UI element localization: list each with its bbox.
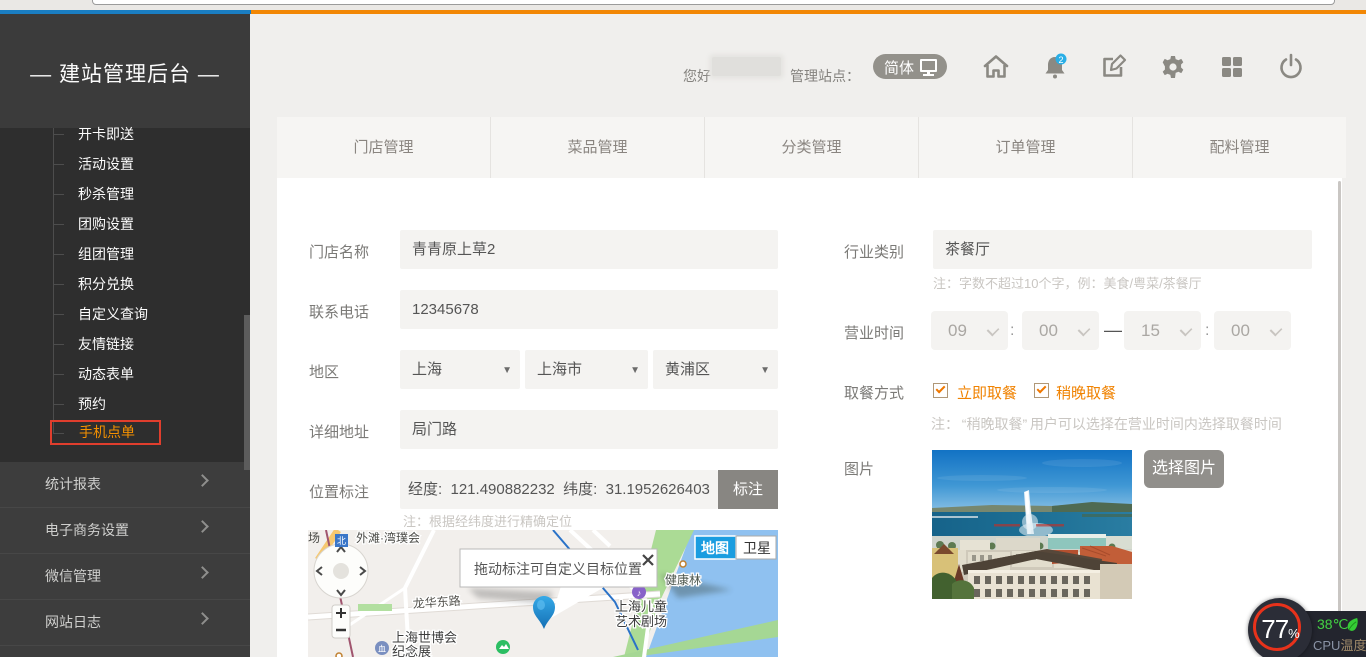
svg-text:纪念展: 纪念展 <box>392 644 431 657</box>
svg-text:卫星: 卫星 <box>743 540 771 556</box>
svg-text:血: 血 <box>378 644 386 654</box>
svg-text:上海儿童: 上海儿童 <box>615 599 667 614</box>
svg-text:北: 北 <box>337 536 346 546</box>
svg-text:2: 2 <box>1058 55 1063 65</box>
svg-text:上海世博会: 上海世博会 <box>392 630 457 645</box>
svg-text:拖动标注可自定义目标位置: 拖动标注可自定义目标位置 <box>474 561 642 577</box>
svg-text:♪: ♪ <box>637 588 642 598</box>
svg-text:外滩·湾璞会: 外滩·湾璞会 <box>356 530 420 545</box>
svg-text:健康林: 健康林 <box>665 572 701 587</box>
svg-text:场: 场 <box>308 531 320 545</box>
svg-text:艺术剧场: 艺术剧场 <box>615 614 667 629</box>
svg-text:地图: 地图 <box>701 540 729 556</box>
